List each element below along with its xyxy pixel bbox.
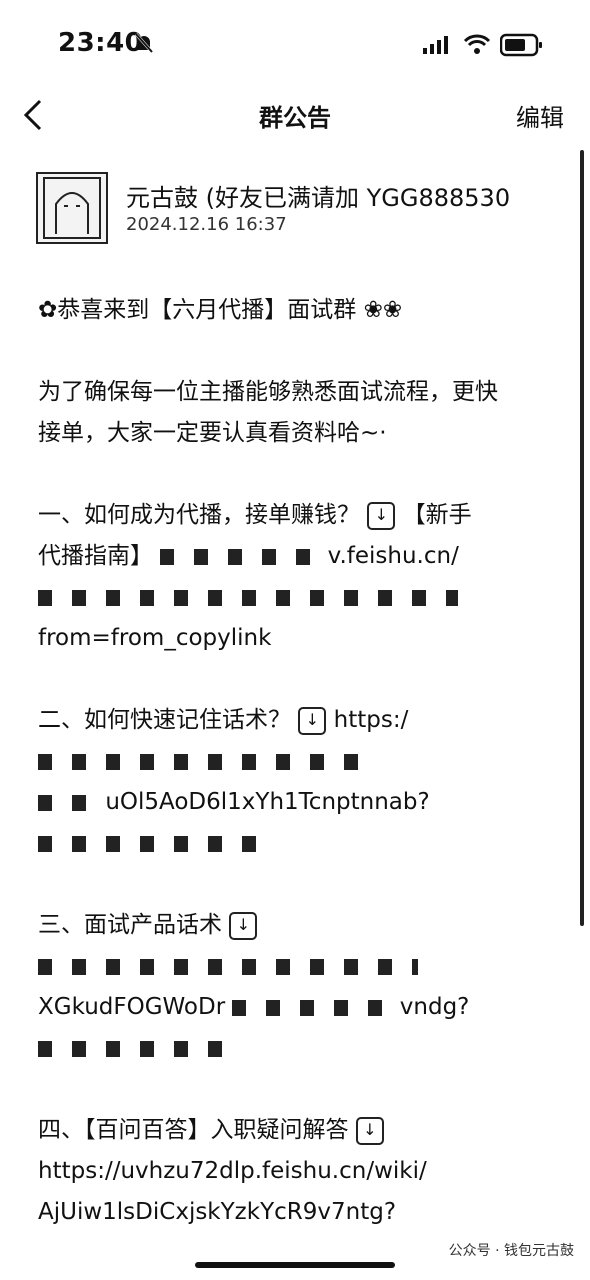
- section-1-link[interactable]: v.feishu.cn/: [328, 543, 459, 569]
- section-4-title: 四、【百问百答】入职疑问解答: [38, 1117, 349, 1143]
- wifi-icon: [463, 34, 491, 54]
- redacted-link: [38, 958, 418, 975]
- down-arrow-box-icon: ↓: [229, 911, 258, 940]
- avatar[interactable]: [36, 172, 108, 244]
- bell-mute-icon: [134, 33, 154, 53]
- section-3-link-tail[interactable]: vndg?: [400, 994, 470, 1020]
- redacted-link: [38, 794, 98, 811]
- nav-bar: 群公告 编辑: [0, 84, 590, 148]
- home-indicator[interactable]: [195, 1262, 395, 1268]
- section-2-title: 二、如何快速记住话术？: [38, 707, 291, 733]
- avatar-image: [43, 177, 101, 239]
- redacted-link: [38, 835, 258, 852]
- section-1-tag: 【新手: [402, 502, 472, 528]
- section-2-link-tail[interactable]: uOl5AoD6l1xYh1Tcnptnnab?: [105, 789, 429, 815]
- battery-icon: [500, 33, 542, 57]
- section-1-link-tail[interactable]: from=from_copylink: [38, 618, 558, 659]
- section-1-title: 一、如何成为代播，接单赚钱？: [38, 502, 360, 528]
- redacted-link: [38, 1040, 238, 1057]
- post-datetime: 2024.12.16 16:37: [126, 214, 287, 235]
- down-arrow-box-icon: ↓: [367, 501, 396, 530]
- author-name: 元古鼓 (好友已满请加 YGG888530: [126, 184, 511, 212]
- section-4-link[interactable]: https://uvhzu72dlp.feishu.cn/wiki/: [38, 1151, 558, 1192]
- greeting-text: 恭喜来到【六月代播】面试群: [57, 297, 357, 323]
- redacted-link: [38, 589, 458, 606]
- watermark: 公众号 · 钱包元古鼓: [448, 1243, 574, 1259]
- redacted-link: [160, 548, 321, 565]
- section-3-title: 三、面试产品话术: [38, 912, 222, 938]
- edit-button[interactable]: 编辑: [516, 98, 564, 133]
- scrollbar[interactable]: [580, 150, 584, 926]
- flower-icon: ✿: [38, 297, 58, 323]
- intro-line: 为了确保每一位主播能够熟悉面试流程，更快: [38, 379, 498, 405]
- section-1-guide: 代播指南】: [38, 543, 153, 569]
- status-time: 23:40: [58, 28, 144, 58]
- page-title: 群公告: [259, 104, 331, 132]
- section-4-link-tail[interactable]: AjUiw1lsDiCxjskYzkYcR9v7ntg?: [38, 1192, 558, 1233]
- section-3-link[interactable]: XGkudFOGWoDr: [38, 994, 225, 1020]
- section-1: 一、如何成为代播，接单赚钱？ ↓ 【新手 代播指南】 v.feishu.cn/ …: [38, 495, 558, 659]
- section-2-link[interactable]: https:/: [334, 707, 409, 733]
- greeting-paragraph: ✿恭喜来到【六月代播】面试群 ❀❀: [38, 290, 558, 331]
- intro-line: 接单，大家一定要认真看资料哈~·: [38, 420, 387, 446]
- announcement-body: ✿恭喜来到【六月代播】面试群 ❀❀ 为了确保每一位主播能够熟悉面试流程，更快 接…: [38, 290, 558, 1274]
- redacted-link: [232, 999, 393, 1016]
- section-4: 四、【百问百答】入职疑问解答 ↓ https://uvhzu72dlp.feis…: [38, 1110, 558, 1233]
- intro-paragraph: 为了确保每一位主播能够熟悉面试流程，更快 接单，大家一定要认真看资料哈~·: [38, 372, 558, 454]
- down-arrow-box-icon: ↓: [298, 706, 327, 735]
- status-bar: 23:40: [0, 0, 590, 84]
- announcement-author: 元古鼓 (好友已满请加 YGG888530 2024.12.16 16:37: [36, 172, 556, 244]
- section-3: 三、面试产品话术 ↓ XGkudFOGWoDr vndg?: [38, 905, 558, 1069]
- redacted-link: [38, 753, 358, 770]
- section-2: 二、如何快速记住话术？ ↓ https:/ uOl5AoD6l1xYh1Tcnp…: [38, 700, 558, 864]
- signal-icon: [423, 36, 448, 54]
- down-arrow-box-icon: ↓: [355, 1116, 384, 1145]
- flower-icon: ❀❀: [363, 297, 403, 323]
